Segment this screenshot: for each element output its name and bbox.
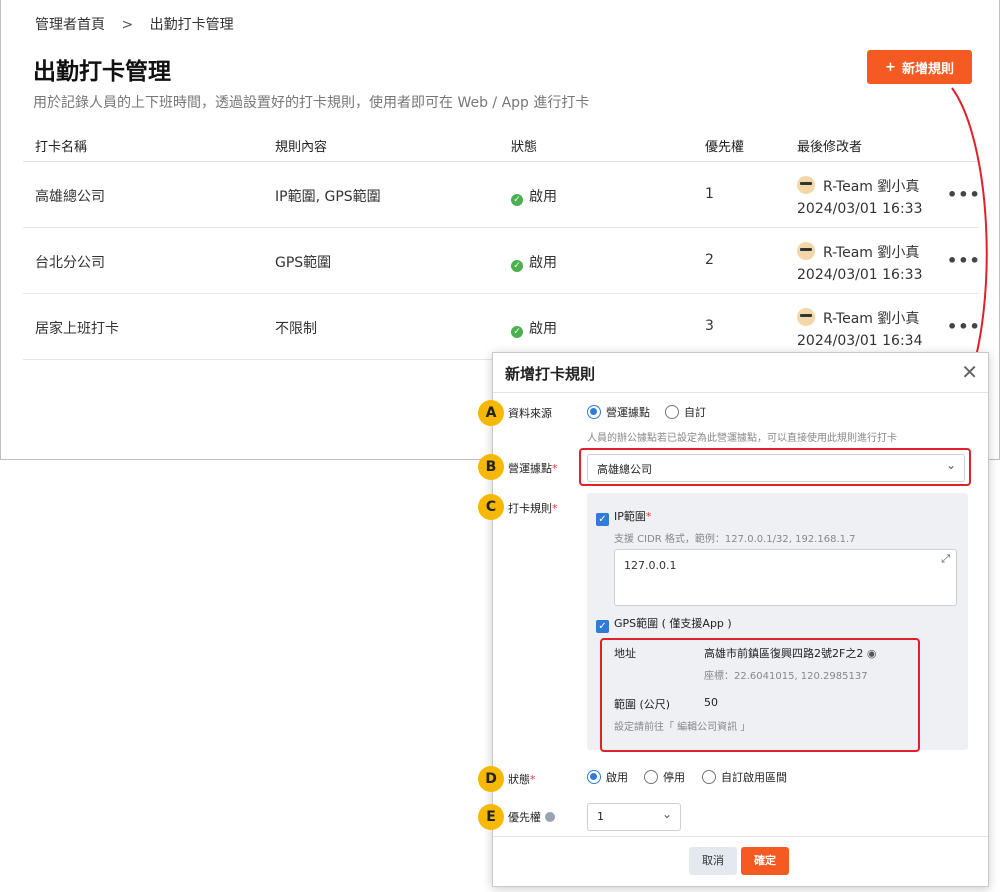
expand-icon[interactable]: ⤢ — [941, 552, 950, 566]
cancel-button[interactable]: 取消 — [689, 847, 737, 875]
site-label-text: 營運據點 — [508, 462, 552, 475]
gps-checkbox[interactable]: ✓ GPS範圍 ( 僅支援App ) — [596, 615, 732, 633]
status-label: 狀態* — [508, 773, 536, 786]
option-label: 自訂 — [684, 406, 706, 419]
step-badge-b: B — [478, 454, 504, 480]
priority-select[interactable]: 1 ⌄ — [587, 803, 681, 831]
radio-selected-icon — [587, 770, 601, 784]
radio-empty-icon — [644, 770, 658, 784]
ip-label: IP範圍 — [614, 510, 646, 523]
ip-checkbox[interactable]: ✓ IP範圍* — [596, 508, 651, 526]
highlight-box — [579, 448, 971, 486]
step-badge-e: E — [478, 804, 504, 830]
radio-empty-icon — [665, 405, 679, 419]
checkbox-checked-icon: ✓ — [596, 620, 609, 633]
dialog-footer: 取消 確定 — [493, 836, 988, 886]
radio-selected-icon — [587, 405, 601, 419]
rule-label: 打卡規則* — [508, 502, 558, 515]
dialog-header: 新增打卡規則 ✕ — [493, 353, 988, 393]
source-option-custom[interactable]: 自訂 — [665, 404, 706, 420]
info-icon[interactable] — [545, 812, 555, 822]
status-option-disabled[interactable]: 停用 — [644, 769, 685, 785]
gps-label: GPS範圍 ( 僅支援App ) — [614, 617, 732, 630]
option-label: 自訂啟用區間 — [721, 771, 787, 784]
ip-hint: 支援 CIDR 格式，範例：127.0.0.1/32, 192.168.1.7 — [614, 534, 856, 545]
dialog-title: 新增打卡規則 — [505, 365, 596, 383]
priority-label: 優先權 — [508, 809, 555, 825]
step-badge-a: A — [478, 400, 504, 426]
status-option-custom[interactable]: 自訂啟用區間 — [702, 769, 787, 785]
add-rule-dialog: 新增打卡規則 ✕ A 資料來源 營運據點 自訂 人員的辦公據點若已設定為此營運據… — [478, 352, 989, 887]
site-label: 營運據點* — [508, 462, 558, 475]
source-label: 資料來源 — [508, 407, 552, 420]
source-option-site[interactable]: 營運據點 — [587, 404, 650, 420]
step-badge-c: C — [478, 494, 504, 520]
option-label: 停用 — [663, 771, 685, 784]
source-hint: 人員的辦公據點若已設定為此營運據點，可以直接使用此規則進行打卡 — [587, 433, 897, 444]
checkbox-checked-icon: ✓ — [596, 513, 609, 526]
step-badge-d: D — [478, 766, 504, 792]
close-icon[interactable]: ✕ — [961, 360, 978, 384]
highlight-box — [600, 638, 920, 752]
option-label: 啟用 — [606, 771, 628, 784]
status-label-text: 狀態 — [508, 773, 530, 786]
chevron-down-icon: ⌄ — [661, 807, 672, 821]
priority-select-value: 1 — [597, 810, 604, 823]
rule-label-text: 打卡規則 — [508, 502, 552, 515]
option-label: 營運據點 — [606, 406, 650, 419]
priority-label-text: 優先權 — [508, 811, 541, 824]
ip-range-input[interactable]: 127.0.0.1 ⤢ — [614, 549, 957, 606]
radio-empty-icon — [702, 770, 716, 784]
status-option-enabled[interactable]: 啟用 — [587, 769, 628, 785]
confirm-button[interactable]: 確定 — [741, 847, 789, 875]
ip-range-value: 127.0.0.1 — [624, 559, 677, 572]
